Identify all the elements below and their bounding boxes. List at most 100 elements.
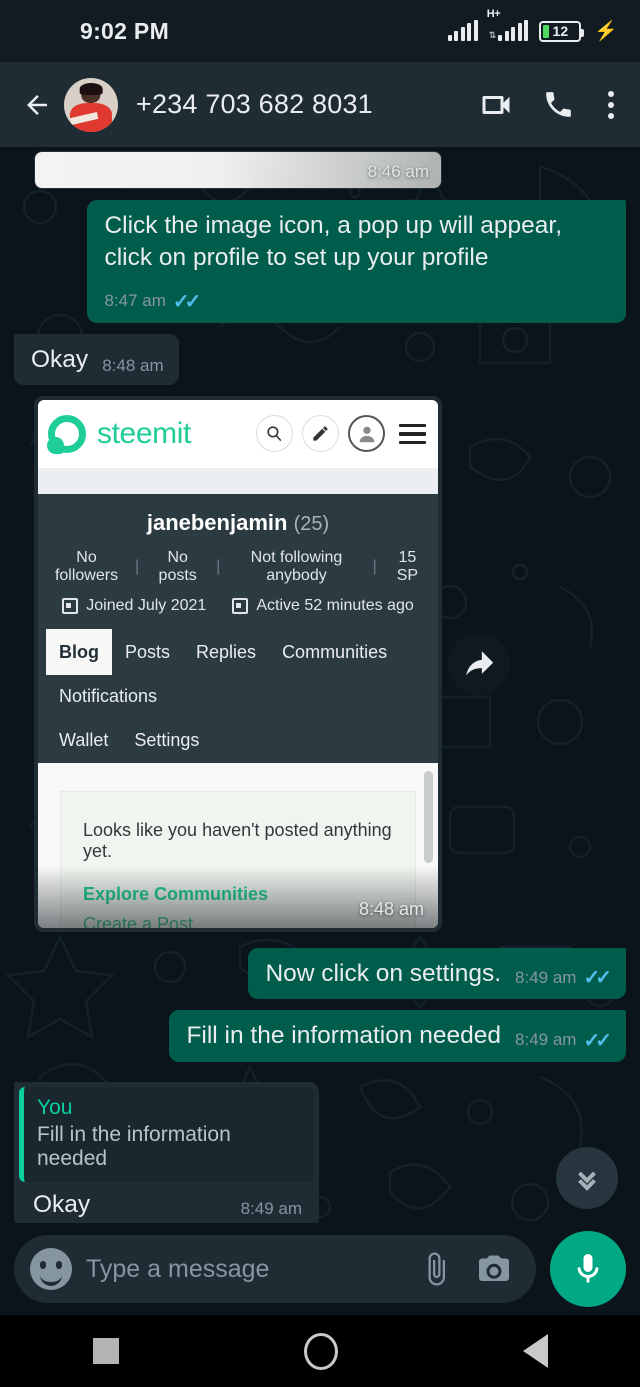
pencil-icon[interactable] — [302, 415, 339, 453]
search-icon[interactable] — [256, 415, 293, 453]
empty-state-text: Looks like you haven't posted anything y… — [83, 819, 392, 861]
message-row: You Fill in the information needed Okay … — [14, 1081, 626, 1223]
message-text: Now click on settings. — [265, 959, 502, 987]
tab-posts[interactable]: Posts — [112, 629, 183, 675]
image-message-steemit[interactable]: steemit janebenjamin (25) No followers |… — [34, 395, 510, 932]
message-row: steemit janebenjamin (25) No followers |… — [14, 395, 626, 932]
back-arrow-icon[interactable] — [14, 82, 60, 128]
calendar-icon — [232, 597, 249, 614]
outgoing-message-bubble[interactable]: Now click on settings. 8:49 am ✓✓ — [248, 947, 626, 1000]
whatsapp-chat-screen: 9:02 PM H+ ⇅ 12 ⚡ +234 703 682 8031 8:46… — [0, 0, 640, 1387]
video-call-icon[interactable] — [478, 87, 514, 123]
steemit-username: janebenjamin (25) — [146, 509, 330, 535]
tab-wallet[interactable]: Wallet — [46, 730, 121, 751]
scrollbar-thumb[interactable] — [424, 770, 433, 863]
tab-settings[interactable]: Settings — [121, 730, 212, 751]
contact-avatar[interactable] — [64, 77, 118, 132]
steemit-tabs-primary: Blog Posts Replies Communities — [38, 628, 438, 675]
stat-following: Not following anybody — [250, 548, 343, 584]
steemit-screenshot: steemit janebenjamin (25) No followers |… — [38, 399, 438, 928]
data-signal-icon: H+ ⇅ — [487, 8, 529, 41]
message-time: 8:49 am — [240, 1198, 302, 1218]
message-input-bar: Type a message — [0, 1223, 640, 1315]
message-input[interactable]: Type a message — [86, 1255, 400, 1284]
outgoing-message-bubble[interactable]: Click the image icon, a pop up will appe… — [87, 200, 626, 323]
message-text: Okay — [33, 1190, 91, 1218]
steemit-header-icons — [256, 415, 426, 453]
message-time: 8:47 am — [104, 291, 166, 311]
outgoing-message-bubble[interactable]: Fill in the information needed 8:49 am ✓… — [169, 1010, 626, 1062]
stat-sp: 15 SP — [396, 548, 419, 584]
user-avatar-icon[interactable] — [348, 415, 385, 453]
stat-followers: No followers — [54, 548, 119, 584]
app-bar-actions — [478, 87, 620, 123]
message-row: Now click on settings. 8:49 am ✓✓ — [14, 947, 626, 1000]
steemit-meta-row: Joined July 2021 Active 52 minutes ago — [38, 597, 438, 615]
message-time: 8:49 am — [515, 967, 577, 987]
android-nav-bar — [0, 1315, 640, 1387]
paperclip-icon[interactable] — [414, 1247, 458, 1291]
read-receipt-icon: ✓✓ — [583, 1029, 611, 1052]
phone-call-icon[interactable] — [540, 87, 576, 123]
quote-text: Fill in the information needed — [37, 1122, 231, 1170]
charging-bolt-icon: ⚡ — [594, 21, 618, 42]
message-time: 8:48 am — [102, 355, 164, 375]
status-bar-icons: H+ ⇅ 12 ⚡ — [447, 8, 618, 43]
incoming-reply-bubble[interactable]: You Fill in the information needed Okay … — [14, 1081, 319, 1223]
quoted-message[interactable]: You Fill in the information needed — [19, 1086, 314, 1182]
steemit-wordmark: steemit — [97, 416, 191, 450]
message-meta: 8:47 am ✓✓ — [104, 289, 201, 314]
hamburger-menu-icon[interactable] — [399, 424, 426, 444]
steemit-subbar — [38, 467, 438, 494]
status-bar-clock: 9:02 PM — [80, 17, 170, 44]
message-list: 8:46 am Click the image icon, a pop up w… — [14, 147, 626, 1223]
battery-icon: 12 — [539, 20, 585, 42]
steemit-header: steemit — [38, 399, 438, 468]
recents-square-icon[interactable] — [92, 1338, 119, 1364]
message-row: Click the image icon, a pop up will appe… — [14, 200, 626, 323]
chat-app-bar: +234 703 682 8031 — [0, 62, 640, 147]
last-active: Active 52 minutes ago — [232, 597, 414, 615]
steemit-logo-icon — [47, 414, 86, 454]
steemit-profile-block: janebenjamin (25) No followers | No post… — [38, 493, 438, 629]
tab-blog[interactable]: Blog — [46, 628, 112, 675]
camera-icon[interactable] — [472, 1247, 516, 1291]
message-text: Okay — [31, 345, 89, 373]
tab-replies[interactable]: Replies — [183, 629, 269, 675]
message-time: 8:49 am — [515, 1030, 577, 1050]
joined-date: Joined July 2021 — [62, 597, 206, 615]
tab-communities[interactable]: Communities — [269, 629, 400, 675]
home-circle-icon[interactable] — [303, 1332, 338, 1370]
steemit-tabs-tertiary: Wallet Settings — [38, 719, 438, 763]
microphone-icon[interactable] — [550, 1231, 626, 1307]
double-chevron-down-icon — [578, 1171, 596, 1191]
message-meta: 8:49 am ✓✓ — [515, 965, 612, 990]
message-time: 8:46 am — [367, 162, 429, 181]
calendar-icon — [62, 597, 79, 614]
steemit-reputation: (25) — [293, 512, 330, 535]
message-text: Fill in the information needed — [186, 1022, 502, 1050]
back-triangle-icon[interactable] — [522, 1334, 548, 1368]
steemit-tabs: Blog Posts Replies Communities Notificat… — [38, 628, 438, 763]
read-receipt-icon: ✓✓ — [583, 967, 611, 990]
incoming-message-bubble[interactable]: Okay 8:48 am — [14, 333, 179, 385]
forward-arrow-icon[interactable] — [448, 632, 510, 695]
message-time: 8:48 am — [358, 898, 424, 919]
contact-name[interactable]: +234 703 682 8031 — [136, 89, 478, 120]
more-options-icon[interactable] — [602, 90, 620, 119]
reply-body: Okay 8:49 am — [19, 1182, 314, 1223]
status-bar: 9:02 PM H+ ⇅ 12 ⚡ — [0, 0, 640, 62]
chat-message-area[interactable]: 8:46 am Click the image icon, a pop up w… — [0, 147, 640, 1223]
message-input-pill[interactable]: Type a message — [14, 1235, 536, 1303]
message-row: Okay 8:48 am — [14, 333, 626, 385]
tab-notifications[interactable]: Notifications — [46, 686, 170, 707]
quote-author: You — [37, 1095, 73, 1119]
message-meta: 8:49 am ✓✓ — [515, 1028, 612, 1053]
message-row: Fill in the information needed 8:49 am ✓… — [14, 1010, 626, 1062]
emoji-icon[interactable] — [30, 1248, 72, 1290]
scroll-to-bottom-button[interactable] — [556, 1147, 618, 1209]
steemit-stats-row: No followers | No posts | Not following … — [38, 549, 438, 585]
message-row: 8:46 am — [14, 151, 626, 189]
read-receipt-icon: ✓✓ — [172, 290, 201, 313]
image-message-partial[interactable]: 8:46 am — [34, 151, 442, 189]
